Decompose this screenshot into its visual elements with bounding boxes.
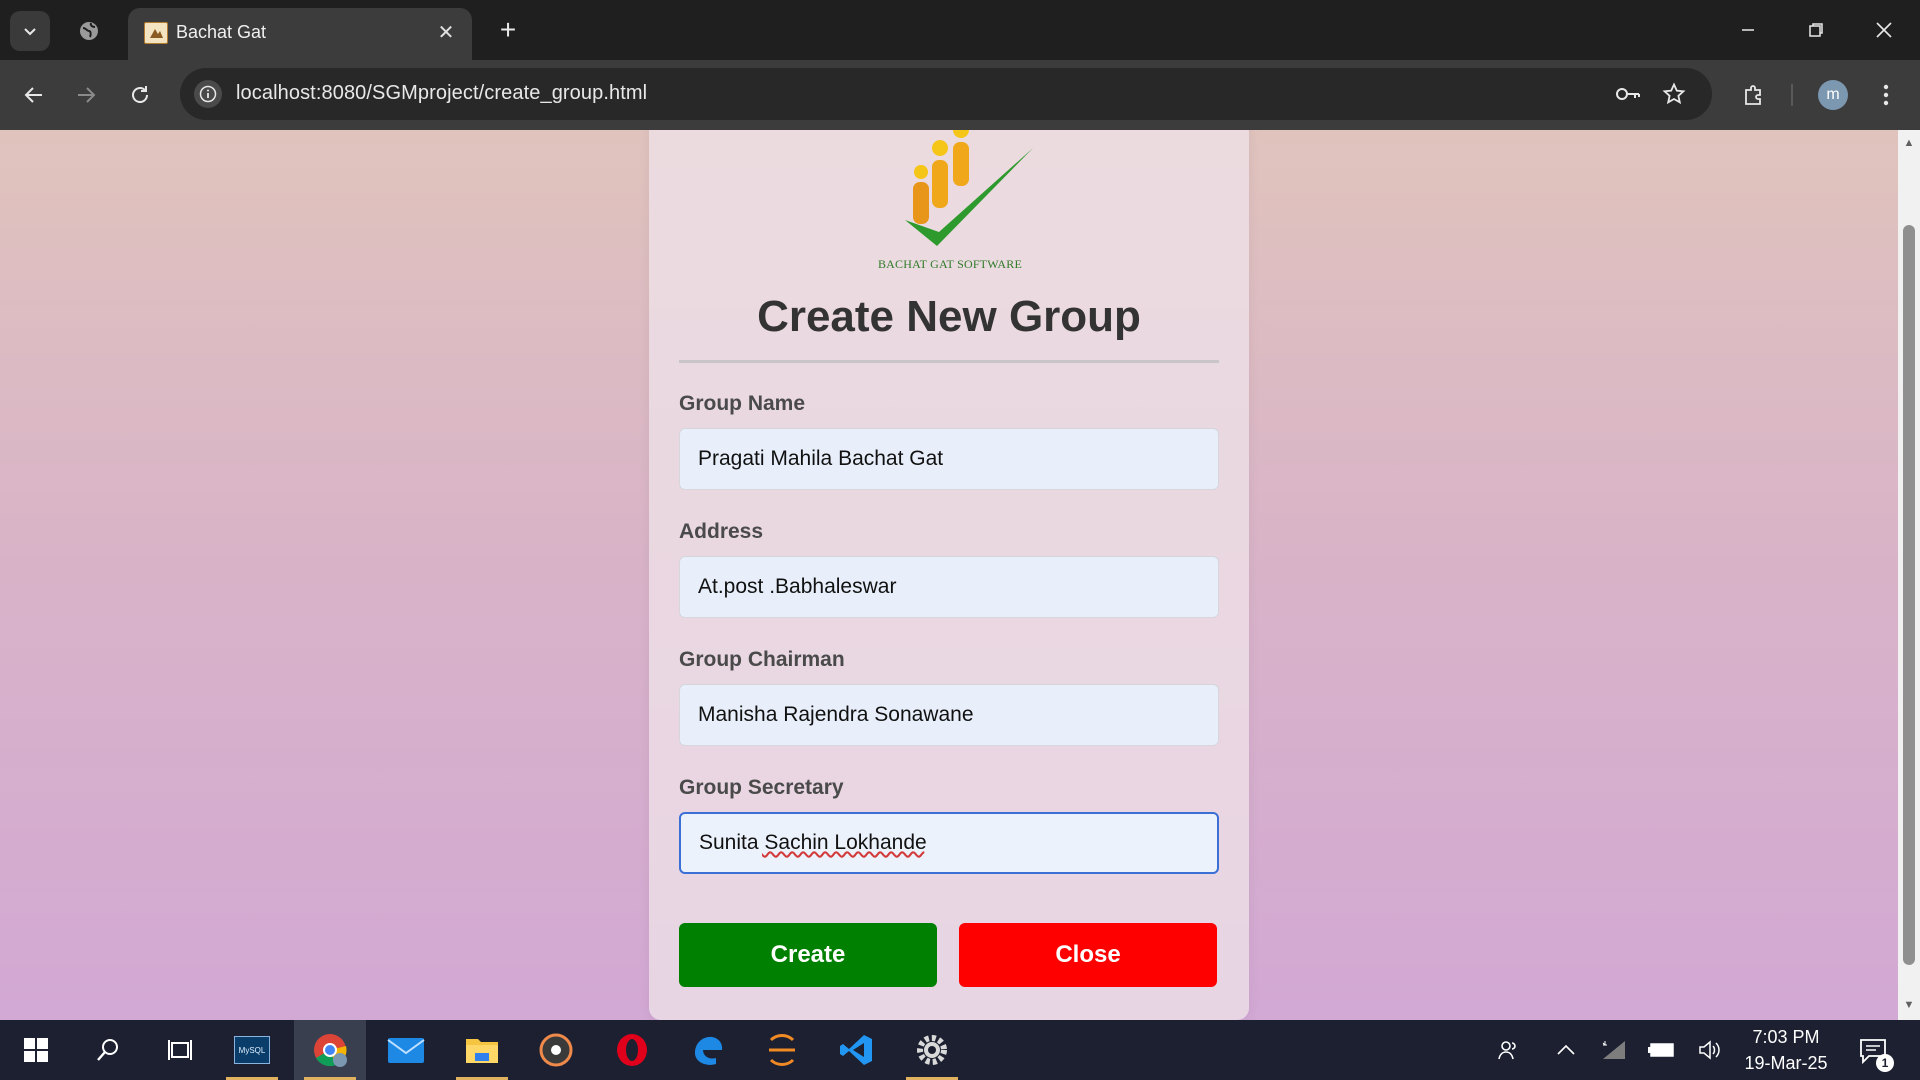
clock-time: 7:03 PM <box>1752 1027 1820 1047</box>
clock-date: 19-Mar-25 <box>1744 1053 1828 1073</box>
opera-icon[interactable] <box>596 1020 668 1080</box>
browser-tab-bar: Bachat Gat ✕ + <box>0 0 1920 60</box>
toolbar-separator <box>1791 84 1793 106</box>
reload-icon[interactable] <box>120 75 160 115</box>
windows-start-icon[interactable] <box>0 1020 72 1080</box>
file-explorer-icon[interactable] <box>446 1020 518 1080</box>
globe-icon[interactable] <box>76 18 102 44</box>
edge-icon[interactable] <box>672 1020 744 1080</box>
profile-avatar[interactable]: m <box>1818 80 1848 110</box>
group-secretary-input[interactable] <box>679 812 1219 874</box>
favicon-icon <box>144 22 168 44</box>
minimize-icon[interactable] <box>1718 10 1778 50</box>
show-hidden-icons-chevron-icon[interactable] <box>1552 1036 1580 1064</box>
new-tab-plus-icon[interactable]: + <box>492 14 524 46</box>
group-secretary-label: Group Secretary <box>679 776 844 799</box>
taskbar-clock[interactable]: 7:03 PM 19-Mar-25 <box>1736 1024 1836 1076</box>
back-arrow-icon[interactable] <box>14 75 54 115</box>
tab-search-button[interactable] <box>10 11 50 51</box>
task-view-icon[interactable] <box>144 1020 216 1080</box>
create-button[interactable]: Create <box>679 923 937 987</box>
wifi-icon[interactable] <box>1600 1036 1628 1064</box>
mysql-workbench-icon[interactable]: MySQL <box>216 1020 288 1080</box>
close-button[interactable]: Close <box>959 923 1217 987</box>
group-chairman-label: Group Chairman <box>679 648 845 671</box>
address-input[interactable] <box>679 556 1219 618</box>
bookmark-star-icon[interactable] <box>1660 80 1688 108</box>
windows-taskbar: MySQL 7:03 PM 19-Mar-25 1 <box>0 1020 1920 1080</box>
address-label: Address <box>679 520 764 543</box>
group-name-label: Group Name <box>679 392 806 415</box>
battery-icon[interactable] <box>1648 1036 1676 1064</box>
scroll-thumb[interactable] <box>1903 225 1915 965</box>
settings-gear-icon[interactable] <box>896 1020 968 1080</box>
site-info-icon[interactable] <box>194 80 222 108</box>
chrome-taskbar-icon[interactable] <box>294 1020 366 1080</box>
url-text[interactable]: localhost:8080/SGMproject/create_group.h… <box>236 82 647 105</box>
mysql-label: MySQL <box>234 1036 270 1064</box>
create-group-card: BACHAT GAT SOFTWARE Create New Group Gro… <box>649 130 1249 1020</box>
extensions-puzzle-icon[interactable] <box>1734 75 1774 115</box>
volume-icon[interactable] <box>1696 1036 1724 1064</box>
mail-icon[interactable] <box>370 1020 442 1080</box>
search-icon[interactable] <box>72 1020 144 1080</box>
close-tab-icon[interactable]: ✕ <box>432 18 460 46</box>
tab-title: Bachat Gat <box>176 22 267 42</box>
people-icon[interactable] <box>1494 1036 1522 1064</box>
active-tab[interactable]: Bachat Gat ✕ <box>128 8 472 60</box>
restore-icon[interactable] <box>1786 10 1846 50</box>
group-chairman-input[interactable] <box>679 684 1219 746</box>
page-title: Create New Group <box>757 292 1141 341</box>
more-menu-icon[interactable] <box>1866 75 1906 115</box>
address-bar[interactable]: localhost:8080/SGMproject/create_group.h… <box>180 68 1712 120</box>
page-viewport: BACHAT GAT SOFTWARE Create New Group Gro… <box>0 130 1898 1020</box>
logo-text: BACHAT GAT SOFTWARE <box>877 257 1023 271</box>
scroll-up-arrow-icon[interactable]: ▲ <box>1902 136 1916 150</box>
title-divider <box>679 360 1219 363</box>
password-key-icon[interactable] <box>1614 80 1642 108</box>
close-window-icon[interactable] <box>1854 10 1914 50</box>
vertical-scrollbar[interactable]: ▲ ▼ <box>1898 130 1920 1020</box>
forward-arrow-icon[interactable] <box>66 75 106 115</box>
vscode-icon[interactable] <box>820 1020 892 1080</box>
notification-count-badge: 1 <box>1876 1054 1894 1072</box>
group-name-input[interactable] <box>679 428 1219 490</box>
logo-figures-checkmark-icon <box>905 130 1033 246</box>
scroll-down-arrow-icon[interactable]: ▼ <box>1902 998 1916 1012</box>
eclipse-ide-icon[interactable] <box>746 1020 818 1080</box>
bachat-gat-logo: BACHAT GAT SOFTWARE <box>865 130 1035 271</box>
media-player-icon[interactable] <box>520 1020 592 1080</box>
browser-toolbar: localhost:8080/SGMproject/create_group.h… <box>0 60 1920 130</box>
chevron-down-icon <box>24 28 36 36</box>
